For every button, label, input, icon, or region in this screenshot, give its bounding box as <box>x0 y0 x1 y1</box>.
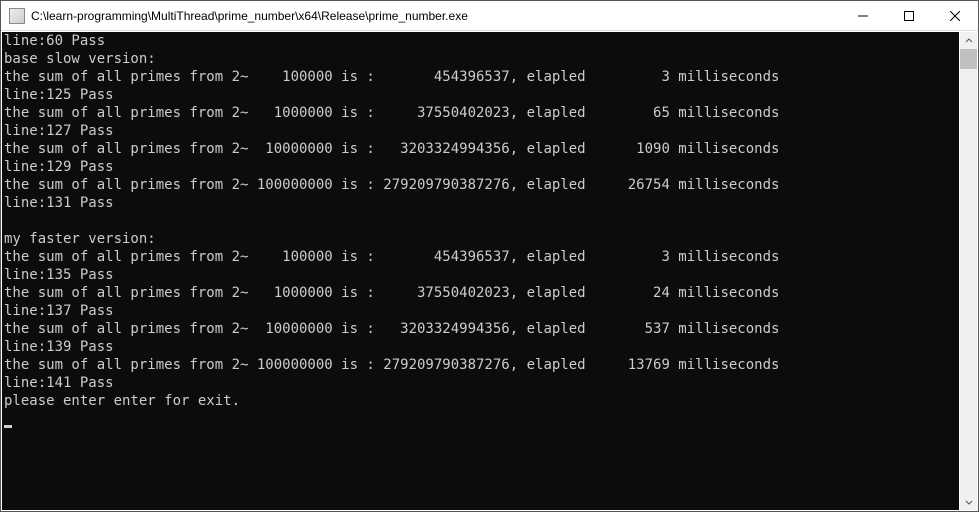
scroll-track[interactable] <box>960 49 977 493</box>
maximize-button[interactable] <box>886 1 932 30</box>
chevron-down-icon <box>965 498 973 506</box>
app-icon <box>9 8 25 24</box>
console-window: C:\learn-programming\MultiThread\prime_n… <box>0 0 979 512</box>
window-controls <box>840 1 978 30</box>
minimize-button[interactable] <box>840 1 886 30</box>
console-output[interactable]: line:60 Pass base slow version: the sum … <box>2 32 959 510</box>
scroll-up-button[interactable] <box>960 32 977 49</box>
minimize-icon <box>858 11 868 21</box>
maximize-icon <box>904 11 914 21</box>
console-area: line:60 Pass base slow version: the sum … <box>1 31 978 511</box>
scroll-thumb[interactable] <box>960 49 977 69</box>
window-title: C:\learn-programming\MultiThread\prime_n… <box>31 9 840 23</box>
vertical-scrollbar[interactable] <box>960 32 977 510</box>
titlebar[interactable]: C:\learn-programming\MultiThread\prime_n… <box>1 1 978 31</box>
cursor <box>4 425 12 428</box>
scroll-down-button[interactable] <box>960 493 977 510</box>
close-button[interactable] <box>932 1 978 30</box>
close-icon <box>950 11 960 21</box>
chevron-up-icon <box>965 37 973 45</box>
